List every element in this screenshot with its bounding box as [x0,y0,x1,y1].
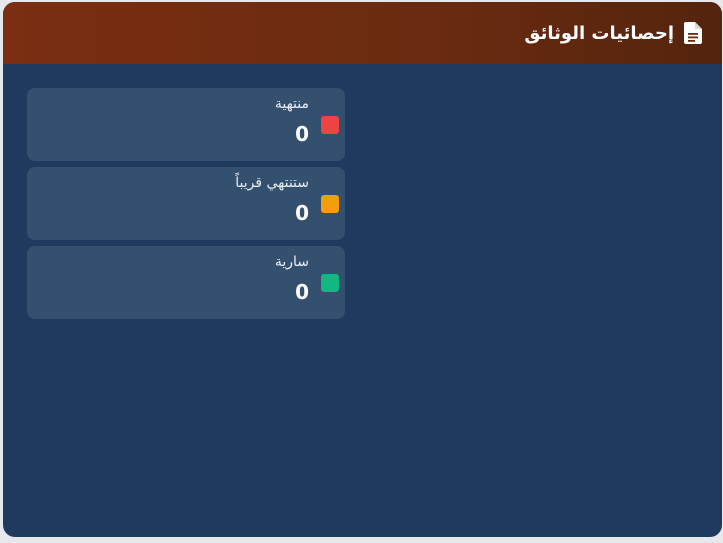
stat-label: ستنتهي قريباً [235,175,309,191]
stat-label: سارية [274,254,309,270]
document-stats-panel: إحصائيات الوثائق منتهية 0 ستنتهي قريباً … [3,2,722,537]
stat-value: 0 [295,280,309,304]
stats-list: منتهية 0 ستنتهي قريباً 0 سارية 0 [27,88,345,325]
stat-card-valid: سارية 0 [27,246,345,319]
stat-value: 0 [295,201,309,225]
stat-value: 0 [295,122,309,146]
stat-label: منتهية [274,96,309,112]
status-swatch-expiring-soon [321,195,339,213]
panel-header: إحصائيات الوثائق [3,2,722,64]
status-swatch-expired [321,116,339,134]
stat-card-expiring-soon: ستنتهي قريباً 0 [27,167,345,240]
document-icon [684,22,702,44]
stat-card-expired: منتهية 0 [27,88,345,161]
status-swatch-valid [321,274,339,292]
panel-title: إحصائيات الوثائق [524,22,674,44]
